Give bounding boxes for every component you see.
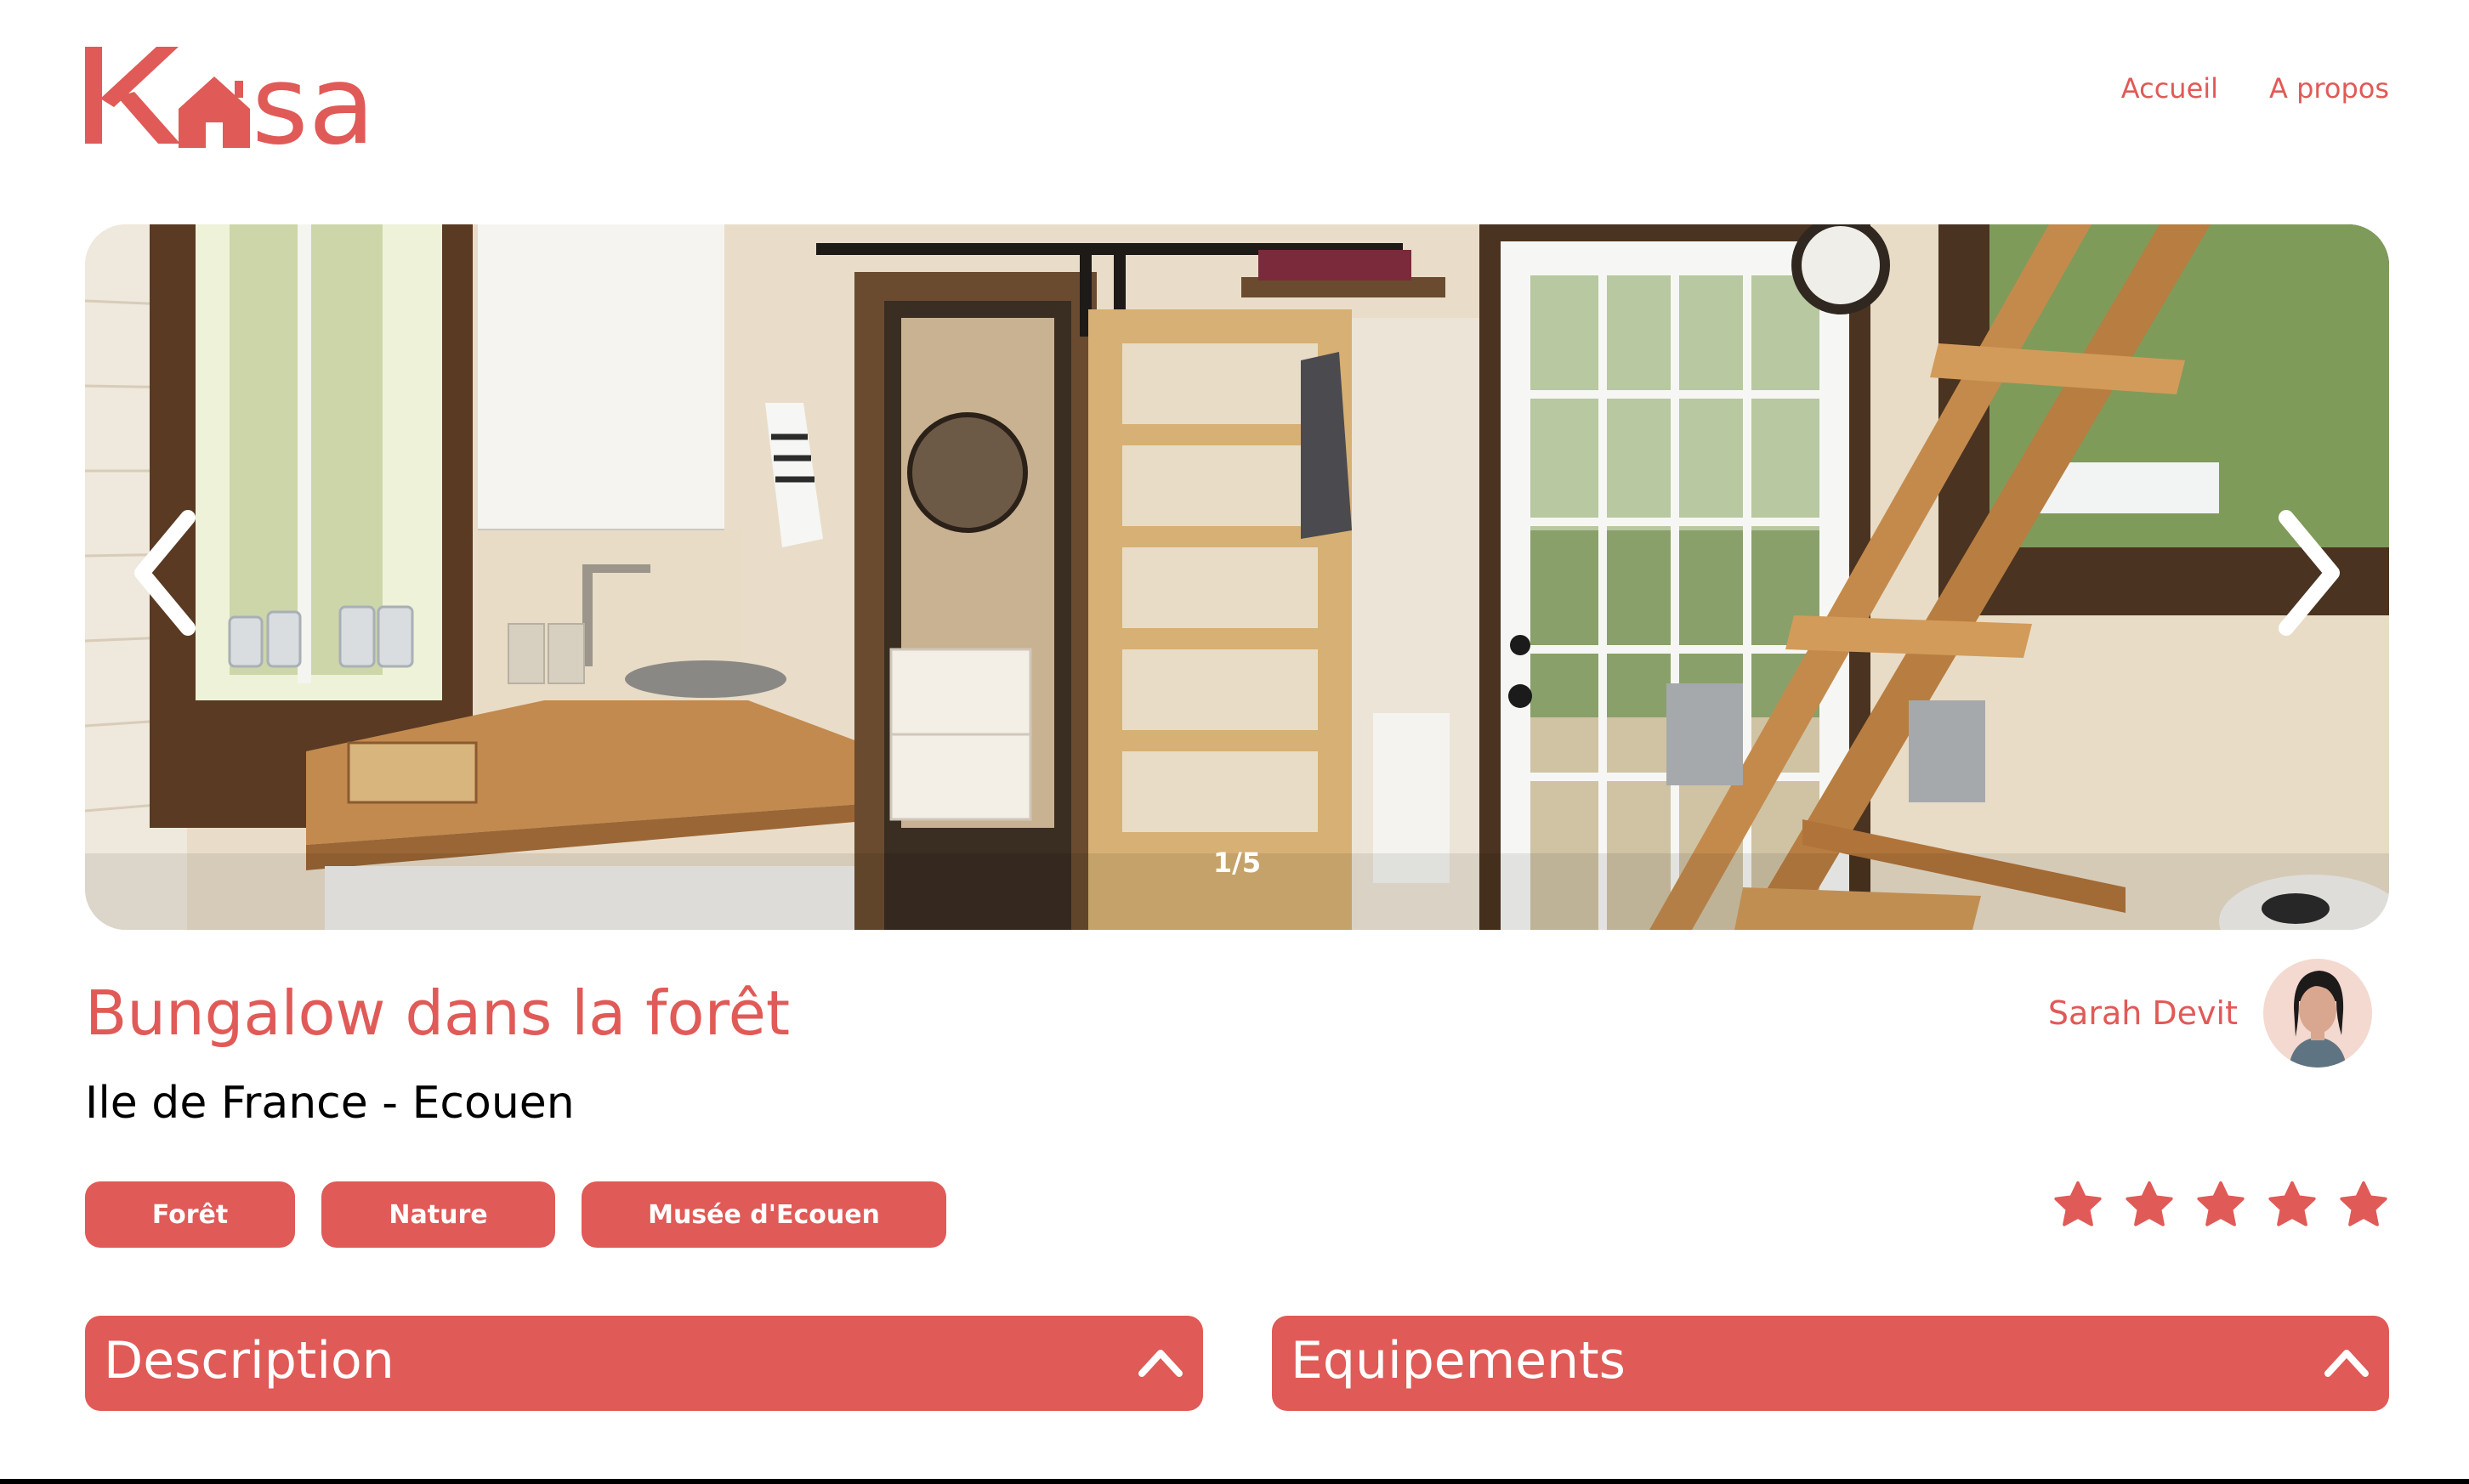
tag-list: Forêt Nature Musée d'Ecouen xyxy=(85,1181,946,1248)
tag-musee-ecouen: Musée d'Ecouen xyxy=(582,1181,946,1248)
star-icon xyxy=(2197,1181,2245,1226)
chevron-left-icon xyxy=(134,510,196,636)
star-icon xyxy=(2126,1181,2173,1226)
tag-foret: Forêt xyxy=(85,1181,295,1248)
rating-stars xyxy=(2052,1180,2389,1231)
description-title: Description xyxy=(104,1331,394,1391)
photo-counter: 1/5 xyxy=(1212,847,1262,879)
star-icon xyxy=(2340,1181,2387,1226)
host-info: Sarah Devit xyxy=(2048,959,2372,1068)
listing-location: Ile de France - Ecouen xyxy=(85,1078,575,1129)
listing-photo xyxy=(85,224,2389,930)
equipments-title: Equipements xyxy=(1291,1331,1626,1391)
listing-title: Bungalow dans la forêt xyxy=(85,977,791,1049)
nav-link-a-propos[interactable]: A propos xyxy=(2269,72,2389,105)
kasa-logo[interactable]: sa xyxy=(85,42,408,153)
host-avatar xyxy=(2263,959,2372,1068)
svg-text:sa: sa xyxy=(252,42,375,153)
previous-photo-button[interactable] xyxy=(119,496,213,649)
site-header: sa Accueil A propos xyxy=(85,42,2389,153)
star-icon xyxy=(2268,1181,2316,1226)
nav-link-accueil[interactable]: Accueil xyxy=(2121,72,2218,105)
main-nav: Accueil A propos xyxy=(2121,72,2389,105)
chevron-up-icon[interactable] xyxy=(1137,1341,1184,1382)
photo-carousel: 1/5 xyxy=(85,224,2389,930)
equipments-collapse[interactable]: Equipements xyxy=(1272,1316,2389,1411)
host-name: Sarah Devit xyxy=(2047,994,2238,1032)
next-photo-button[interactable] xyxy=(2262,496,2355,649)
tag-nature: Nature xyxy=(321,1181,555,1248)
chevron-up-icon[interactable] xyxy=(2323,1341,2370,1382)
chevron-right-icon xyxy=(2279,510,2340,636)
description-collapse[interactable]: Description xyxy=(85,1316,1203,1411)
star-icon xyxy=(2054,1181,2102,1226)
page-bottom-edge xyxy=(0,1479,2469,1484)
